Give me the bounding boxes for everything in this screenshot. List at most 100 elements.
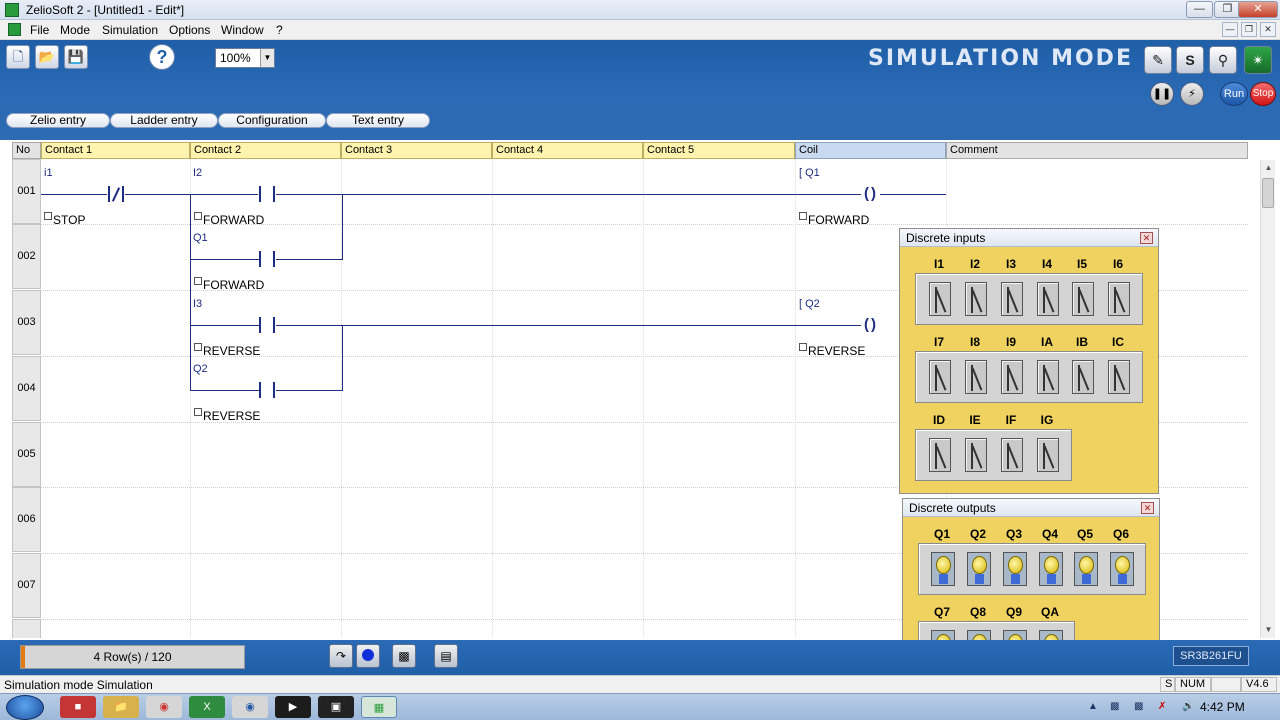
excel-icon[interactable]: X bbox=[189, 696, 225, 718]
no-contact-q1[interactable] bbox=[259, 251, 275, 267]
rung-wire bbox=[190, 390, 259, 391]
power-failure-icon[interactable]: ⚡ bbox=[1180, 82, 1204, 106]
input-switch-i7[interactable] bbox=[929, 360, 951, 394]
discrete-inputs-window[interactable]: Discrete inputs ✕ I1 I2 I3 I4 I5 I6 I7 I… bbox=[899, 228, 1159, 494]
pause-icon[interactable]: ❚❚ bbox=[1150, 82, 1174, 106]
close-button[interactable]: ✕ bbox=[1238, 1, 1278, 18]
mdi-restore-button[interactable]: ❐ bbox=[1241, 22, 1257, 37]
connect-icon[interactable] bbox=[356, 644, 380, 668]
menu-mode[interactable]: Mode bbox=[60, 23, 90, 37]
tab-text-entry[interactable]: Text entry bbox=[326, 113, 430, 128]
transfer-icon[interactable]: ↷ bbox=[329, 644, 353, 668]
input-switch-if[interactable] bbox=[1001, 438, 1023, 472]
menu-options[interactable]: Options bbox=[169, 23, 210, 37]
row-number[interactable]: 001 bbox=[12, 159, 41, 224]
input-switch-ib[interactable] bbox=[1072, 360, 1094, 394]
input-switch-i3[interactable] bbox=[1001, 282, 1023, 316]
scroll-thumb[interactable] bbox=[1262, 178, 1274, 208]
input-switch-i5[interactable] bbox=[1072, 282, 1094, 316]
input-label: I4 bbox=[1041, 257, 1052, 271]
coil-address: [ Q1 bbox=[799, 167, 820, 179]
network-icon[interactable]: ✗ bbox=[1158, 701, 1166, 712]
coil-q1[interactable]: () bbox=[862, 186, 880, 202]
tab-ladder-entry[interactable]: Ladder entry bbox=[110, 113, 218, 128]
no-contact-q2[interactable] bbox=[259, 382, 275, 398]
input-switch-i4[interactable] bbox=[1037, 282, 1059, 316]
minimize-button[interactable]: — bbox=[1186, 1, 1213, 18]
input-switch-i9[interactable] bbox=[1001, 360, 1023, 394]
monitoring-icon[interactable]: ⚲ bbox=[1209, 46, 1237, 74]
tab-configuration[interactable]: Configuration bbox=[218, 113, 326, 128]
input-switch-ig[interactable] bbox=[1037, 438, 1059, 472]
header-comment: Comment bbox=[946, 142, 1248, 159]
taskbar-app-icon[interactable]: ■ bbox=[60, 696, 96, 718]
row-number[interactable]: 003 bbox=[12, 290, 41, 355]
input-switch-i2[interactable] bbox=[965, 282, 987, 316]
close-icon[interactable]: ✕ bbox=[1141, 502, 1154, 514]
start-button[interactable] bbox=[6, 695, 44, 720]
chrome-icon[interactable]: ◉ bbox=[146, 696, 182, 718]
zoom-select[interactable]: 100% ▼ bbox=[215, 48, 275, 68]
simulation-mode-icon[interactable]: S bbox=[1176, 46, 1204, 74]
contact-comment: REVERSE bbox=[194, 343, 260, 358]
input-label: IG bbox=[1040, 413, 1054, 427]
run-button[interactable]: Run bbox=[1220, 82, 1248, 106]
input-switch-ie[interactable] bbox=[965, 438, 987, 472]
help-icon[interactable]: ? bbox=[149, 44, 175, 70]
menu-window[interactable]: Window bbox=[221, 23, 264, 37]
stop-button[interactable]: Stop bbox=[1250, 82, 1276, 106]
nc-contact-i1[interactable] bbox=[108, 186, 124, 202]
browser-icon[interactable]: ◉ bbox=[232, 696, 268, 718]
header-contact-2: Contact 2 bbox=[190, 142, 341, 159]
scroll-down-icon[interactable]: ▼ bbox=[1261, 622, 1276, 638]
menu-file[interactable]: File bbox=[30, 23, 49, 37]
mdi-close-button[interactable]: ✕ bbox=[1260, 22, 1276, 37]
row-number[interactable] bbox=[12, 619, 41, 638]
display-icon[interactable]: ▤ bbox=[434, 644, 458, 668]
file-explorer-icon[interactable]: 📁 bbox=[103, 696, 139, 718]
rung-wire bbox=[125, 194, 258, 195]
volume-icon[interactable]: 🔊 bbox=[1182, 701, 1194, 712]
restore-button[interactable]: ❐ bbox=[1214, 1, 1241, 18]
output-lamp-q2 bbox=[967, 552, 991, 586]
input-switch-ic[interactable] bbox=[1108, 360, 1130, 394]
input-switch-id[interactable] bbox=[929, 438, 951, 472]
tray-icon[interactable]: ▩ bbox=[1110, 701, 1119, 712]
no-contact-i3[interactable] bbox=[259, 317, 275, 333]
output-label: Q8 bbox=[969, 605, 986, 619]
row-number[interactable]: 007 bbox=[12, 553, 41, 618]
discrete-inputs-title: Discrete inputs bbox=[900, 229, 1158, 247]
menu-help[interactable]: ? bbox=[276, 23, 283, 37]
zelio-logo-icon[interactable]: ✴ bbox=[1244, 46, 1272, 74]
app-icon[interactable]: ▣ bbox=[318, 696, 354, 718]
media-icon[interactable]: ▶ bbox=[275, 696, 311, 718]
edit-mode-icon[interactable]: ✎ bbox=[1144, 46, 1172, 74]
input-switch-i1[interactable] bbox=[929, 282, 951, 316]
coil-q2[interactable]: () bbox=[862, 317, 880, 333]
menu-simulation[interactable]: Simulation bbox=[102, 23, 158, 37]
scroll-up-icon[interactable]: ▲ bbox=[1261, 160, 1276, 176]
input-switch-i8[interactable] bbox=[965, 360, 987, 394]
vertical-scrollbar[interactable]: ▲ ▼ bbox=[1260, 160, 1275, 638]
no-contact-i2[interactable] bbox=[259, 186, 275, 202]
bottom-toolbar: 4 Row(s) / 120 ↷ ▩ ▤ SR3B261FU bbox=[0, 640, 1280, 675]
row-number[interactable]: 005 bbox=[12, 422, 41, 487]
open-folder-icon[interactable]: 📂 bbox=[35, 45, 59, 69]
header-contact-5: Contact 5 bbox=[643, 142, 795, 159]
row-number[interactable]: 006 bbox=[12, 487, 41, 552]
save-icon[interactable]: 💾 bbox=[64, 45, 88, 69]
windows-taskbar: ■ 📁 ◉ X ◉ ▶ ▣ ▦ ▲ ▩ ▩ ✗ 🔊 4:42 PM bbox=[0, 693, 1280, 720]
menu-bar: File Mode Simulation Options Window ? — … bbox=[0, 20, 1280, 40]
tray-arrow-icon[interactable]: ▲ bbox=[1088, 701, 1098, 712]
tab-zelio-entry[interactable]: Zelio entry bbox=[6, 113, 110, 128]
tray-icon[interactable]: ▩ bbox=[1134, 701, 1143, 712]
input-switch-i6[interactable] bbox=[1108, 282, 1130, 316]
mdi-minimize-button[interactable]: — bbox=[1222, 22, 1238, 37]
input-switch-ia[interactable] bbox=[1037, 360, 1059, 394]
module-icon[interactable]: ▩ bbox=[392, 644, 416, 668]
close-icon[interactable]: ✕ bbox=[1140, 232, 1153, 244]
row-number[interactable]: 004 bbox=[12, 356, 41, 421]
new-file-icon[interactable]: 🗋 bbox=[6, 45, 30, 69]
row-number[interactable]: 002 bbox=[12, 224, 41, 289]
zeliosoft-taskbar-icon[interactable]: ▦ bbox=[361, 696, 397, 718]
